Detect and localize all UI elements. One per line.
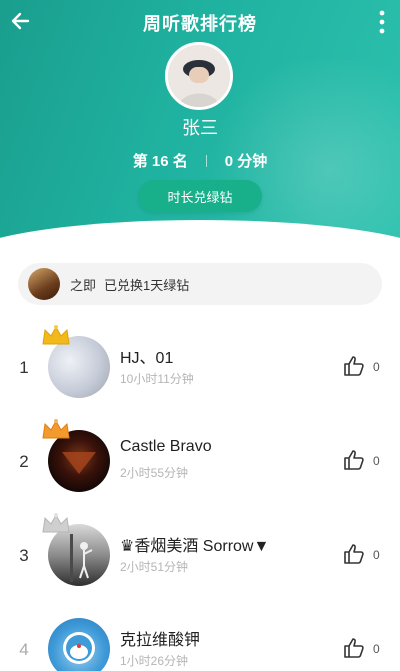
more-vertical-icon[interactable] <box>374 8 390 36</box>
notice-user: 之即 <box>70 277 97 293</box>
thumbs-up-icon[interactable] <box>342 354 366 378</box>
ranking-row[interactable]: 3 ♛香烟美酒 Sorrow▼ 2小时51分钟 0 <box>0 506 400 600</box>
profile-avatar[interactable] <box>165 42 233 110</box>
thumbs-up-icon[interactable] <box>342 636 366 660</box>
like-count: 0 <box>373 642 380 656</box>
user-name: ♛香烟美酒 Sorrow▼ <box>120 538 270 555</box>
ranking-list: 1 HJ、01 10小时11分钟 0 2 Castle Bravo 2小时55分… <box>0 318 400 671</box>
like-count: 0 <box>373 548 380 562</box>
ranking-row[interactable]: 2 Castle Bravo 2小时55分钟 0 <box>0 412 400 506</box>
user-name: HJ、01 <box>120 350 174 367</box>
like-count: 0 <box>373 360 380 374</box>
like-count: 0 <box>373 454 380 468</box>
orange-crown-icon <box>42 419 70 439</box>
notice-user-avatar <box>28 268 60 300</box>
rank-number: 4 <box>19 640 29 659</box>
listen-duration: 10小时11分钟 <box>120 372 194 386</box>
rank-number: 2 <box>19 452 29 471</box>
silver-crown-icon <box>42 513 70 533</box>
avatar[interactable] <box>48 618 110 671</box>
ranking-row[interactable]: 4 克拉维酸钾 1小时26分钟 0 <box>0 600 400 671</box>
cartoon-cat-figure <box>63 632 95 664</box>
thumbs-up-icon[interactable] <box>342 542 366 566</box>
redeem-green-diamond-button[interactable]: 时长兑绿钻 <box>138 180 262 212</box>
listen-duration: 2小时55分钟 <box>120 466 189 480</box>
listen-duration: 2小时51分钟 <box>120 560 189 574</box>
notice-message: 已兑换1天绿钻 <box>104 277 190 293</box>
username: 张三 <box>182 118 218 138</box>
redeem-notice-bar: 之即 已兑换1天绿钻 <box>18 263 382 305</box>
user-name: 克拉维酸钾 <box>120 632 201 649</box>
gold-crown-icon <box>42 325 70 345</box>
avatar-portrait <box>168 45 230 107</box>
ranking-row[interactable]: 1 HJ、01 10小时11分钟 0 <box>0 318 400 412</box>
user-name: Castle Bravo <box>120 438 212 455</box>
thumbs-up-icon[interactable] <box>342 448 366 472</box>
rank-number: 1 <box>19 358 29 377</box>
notice-text: 之即 已兑换1天绿钻 <box>70 275 189 294</box>
rank-number: 3 <box>19 546 29 565</box>
page-title: 周听歌排行榜 <box>143 14 257 34</box>
rank-text: 第 16 名 <box>132 153 188 170</box>
header: 周听歌排行榜 张三 第 16 名 0 分钟 时长兑绿钻 <box>0 0 400 245</box>
user-stats: 第 16 名 0 分钟 <box>0 150 400 171</box>
stats-divider <box>205 154 207 167</box>
listen-duration: 1小时26分钟 <box>120 654 189 668</box>
duration-text: 0 分钟 <box>224 153 268 170</box>
